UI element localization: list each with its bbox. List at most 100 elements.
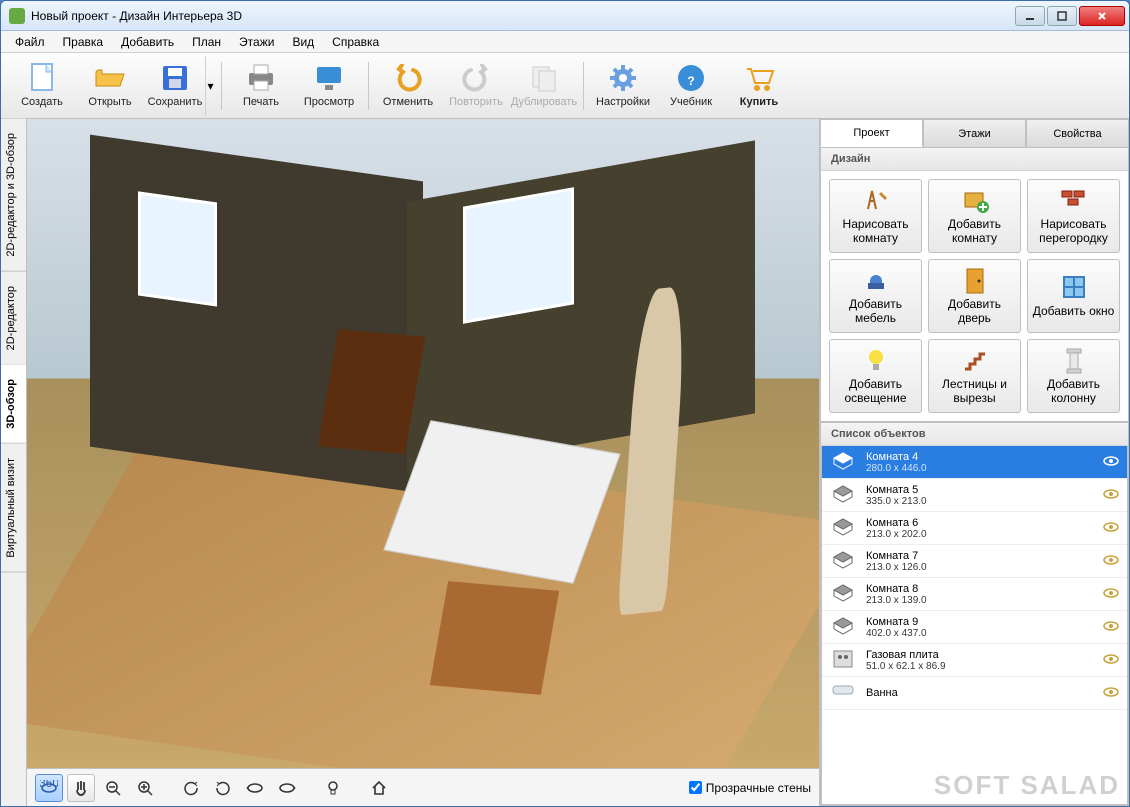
titlebar: Новый проект - Дизайн Интерьера 3D: [1, 1, 1129, 31]
stairs-button[interactable]: Лестницы и вырезы: [928, 339, 1021, 413]
add-lighting-button[interactable]: Добавить освещение: [829, 339, 922, 413]
open-button[interactable]: Открыть: [77, 56, 143, 116]
visibility-icon[interactable]: [1103, 488, 1119, 503]
create-button[interactable]: Создать: [9, 56, 75, 116]
tutorial-button[interactable]: ?Учебник: [658, 56, 724, 116]
maximize-button[interactable]: [1047, 6, 1077, 26]
tab-virtual-visit[interactable]: Виртуальный визит: [1, 444, 26, 573]
buy-button[interactable]: Купить: [726, 56, 792, 116]
menu-edit[interactable]: Правка: [55, 33, 112, 51]
lighting-button[interactable]: [319, 774, 347, 802]
object-icon: [830, 582, 858, 606]
settings-button[interactable]: Настройки: [590, 56, 656, 116]
tilt-left-button[interactable]: [241, 774, 269, 802]
object-row[interactable]: Комната 9 402.0 x 437.0: [822, 611, 1127, 644]
object-list[interactable]: Комната 4 280.0 x 446.0 Комната 5 335.0 …: [821, 446, 1128, 805]
object-name: Ванна: [866, 687, 1095, 699]
tab-3d-view[interactable]: 3D-обзор: [1, 365, 26, 444]
object-row[interactable]: Комната 6 213.0 x 202.0: [822, 512, 1127, 545]
tab-properties[interactable]: Свойства: [1026, 119, 1129, 147]
add-door-button[interactable]: Добавить дверь: [928, 259, 1021, 333]
object-row[interactable]: Комната 7 213.0 x 126.0: [822, 545, 1127, 578]
visibility-icon[interactable]: [1103, 455, 1119, 470]
home-view-button[interactable]: [365, 774, 393, 802]
object-size: 51.0 x 62.1 x 86.9: [866, 661, 1095, 672]
object-size: 335.0 x 213.0: [866, 496, 1095, 507]
add-furniture-button[interactable]: Добавить мебель: [829, 259, 922, 333]
watermark: SOFT SALAD: [934, 770, 1120, 801]
menu-help[interactable]: Справка: [324, 33, 387, 51]
tab-floors[interactable]: Этажи: [923, 119, 1026, 147]
object-icon: [830, 549, 858, 573]
tab-project[interactable]: Проект: [820, 119, 923, 147]
object-name: Комната 4: [866, 451, 1095, 463]
pan-button[interactable]: [67, 774, 95, 802]
redo-button[interactable]: Повторить: [443, 56, 509, 116]
close-button[interactable]: [1079, 6, 1125, 26]
zoom-out-button[interactable]: [99, 774, 127, 802]
app-window: Новый проект - Дизайн Интерьера 3D Файл …: [0, 0, 1130, 807]
orbit-360-button[interactable]: 360: [35, 774, 63, 802]
object-name: Комната 8: [866, 583, 1095, 595]
window-title: Новый проект - Дизайн Интерьера 3D: [31, 9, 1015, 23]
3d-scene[interactable]: [27, 119, 819, 768]
rotate-ccw-button[interactable]: [177, 774, 205, 802]
object-icon: [830, 648, 858, 672]
design-section-header: Дизайн: [821, 148, 1128, 171]
menu-file[interactable]: Файл: [7, 33, 53, 51]
left-tabs: 2D-редактор и 3D-обзор 2D-редактор 3D-об…: [1, 119, 27, 806]
menubar: Файл Правка Добавить План Этажи Вид Спра…: [1, 31, 1129, 53]
object-name: Комната 5: [866, 484, 1095, 496]
object-row[interactable]: Газовая плита 51.0 x 62.1 x 86.9: [822, 644, 1127, 677]
add-room-button[interactable]: Добавить комнату: [928, 179, 1021, 253]
objects-section-header: Список объектов: [821, 423, 1128, 446]
object-name: Комната 7: [866, 550, 1095, 562]
object-row[interactable]: Комната 8 213.0 x 139.0: [822, 578, 1127, 611]
save-dropdown[interactable]: ▾: [205, 56, 215, 116]
preview-button[interactable]: Просмотр: [296, 56, 362, 116]
menu-floors[interactable]: Этажи: [231, 33, 282, 51]
object-size: 402.0 x 437.0: [866, 628, 1095, 639]
object-icon: [830, 450, 858, 474]
menu-view[interactable]: Вид: [284, 33, 322, 51]
svg-text:360: 360: [40, 780, 58, 790]
draw-wall-button[interactable]: Нарисовать перегородку: [1027, 179, 1120, 253]
object-size: 280.0 x 446.0: [866, 463, 1095, 474]
duplicate-button[interactable]: Дублировать: [511, 56, 577, 116]
object-name: Газовая плита: [866, 649, 1095, 661]
add-window-button[interactable]: Добавить окно: [1027, 259, 1120, 333]
transparent-walls-checkbox[interactable]: Прозрачные стены: [689, 781, 811, 795]
object-name: Комната 9: [866, 616, 1095, 628]
object-size: 213.0 x 139.0: [866, 595, 1095, 606]
menu-add[interactable]: Добавить: [113, 33, 182, 51]
add-column-button[interactable]: Добавить колонну: [1027, 339, 1120, 413]
visibility-icon[interactable]: [1103, 587, 1119, 602]
object-icon: [830, 615, 858, 639]
visibility-icon[interactable]: [1103, 521, 1119, 536]
right-panel: Проект Этажи Свойства Дизайн Нарисовать …: [819, 119, 1129, 806]
menu-plan[interactable]: План: [184, 33, 229, 51]
draw-room-button[interactable]: Нарисовать комнату: [829, 179, 922, 253]
visibility-icon[interactable]: [1103, 554, 1119, 569]
object-row[interactable]: Комната 5 335.0 x 213.0: [822, 479, 1127, 512]
rotate-cw-button[interactable]: [209, 774, 237, 802]
transparent-walls-label: Прозрачные стены: [706, 781, 811, 795]
tilt-right-button[interactable]: [273, 774, 301, 802]
visibility-icon[interactable]: [1103, 620, 1119, 635]
tab-2d-3d[interactable]: 2D-редактор и 3D-обзор: [1, 119, 26, 272]
transparent-walls-input[interactable]: [689, 781, 702, 794]
undo-button[interactable]: Отменить: [375, 56, 441, 116]
visibility-icon[interactable]: [1103, 653, 1119, 668]
save-button[interactable]: Сохранить: [145, 56, 205, 116]
minimize-button[interactable]: [1015, 6, 1045, 26]
app-icon: [9, 8, 25, 24]
tab-2d-editor[interactable]: 2D-редактор: [1, 272, 26, 365]
object-row[interactable]: Ванна: [822, 677, 1127, 710]
visibility-icon[interactable]: [1103, 686, 1119, 701]
object-row[interactable]: Комната 4 280.0 x 446.0: [822, 446, 1127, 479]
print-button[interactable]: Печать: [228, 56, 294, 116]
object-icon: [830, 483, 858, 507]
zoom-in-button[interactable]: [131, 774, 159, 802]
object-icon: [830, 516, 858, 540]
svg-text:?: ?: [687, 74, 694, 88]
